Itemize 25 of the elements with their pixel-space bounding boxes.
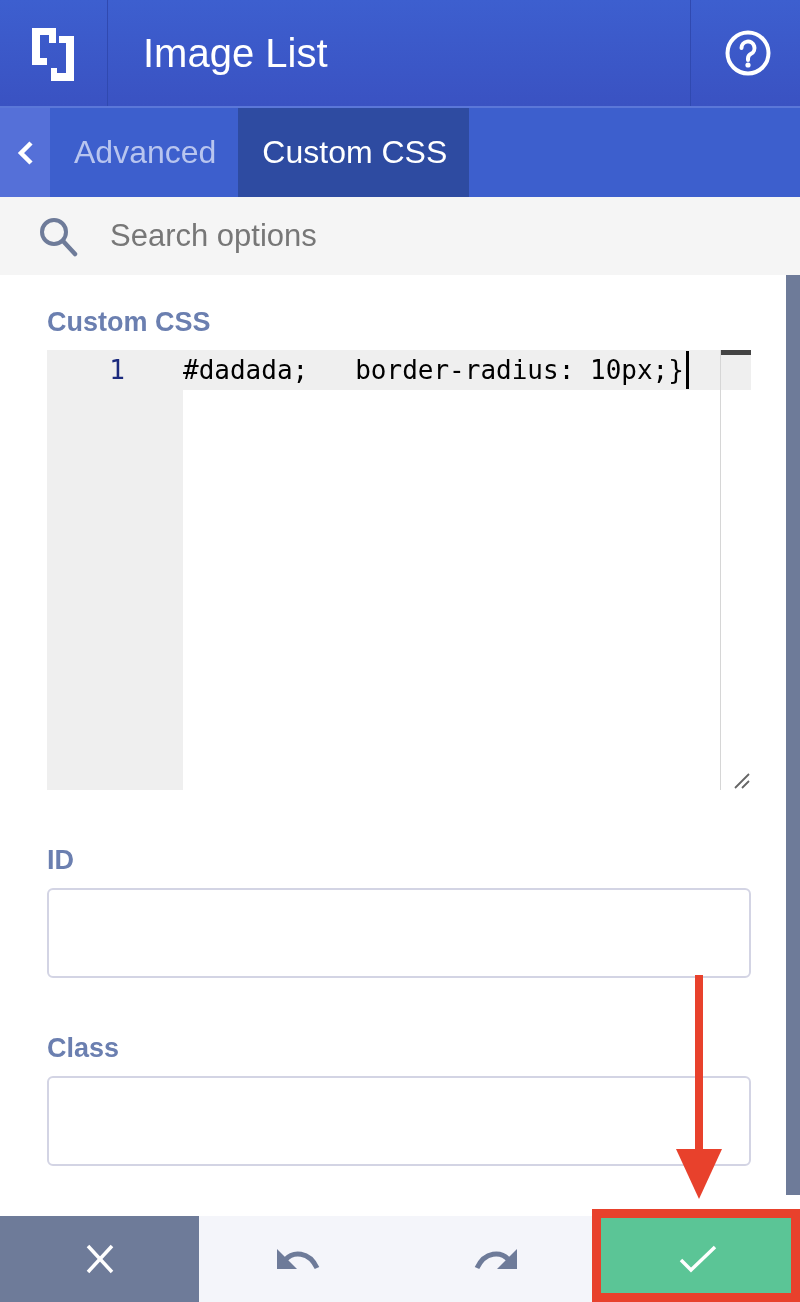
field-label: ID bbox=[47, 845, 75, 875]
help-icon bbox=[724, 30, 771, 76]
close-icon bbox=[85, 1244, 114, 1274]
search-field[interactable]: Search options bbox=[0, 197, 800, 275]
scrollbar-thumb[interactable] bbox=[786, 275, 800, 1195]
logo-icon bbox=[31, 28, 74, 81]
editor-scrollbar[interactable] bbox=[720, 350, 751, 790]
text-cursor bbox=[685, 351, 689, 389]
checkmark-icon bbox=[678, 1245, 717, 1273]
line-number: 1 bbox=[108, 354, 126, 387]
redo-icon bbox=[474, 1248, 518, 1270]
panel-title: Image List bbox=[142, 29, 329, 77]
tab[interactable]: Custom CSS bbox=[238, 108, 470, 197]
resize-grip-icon[interactable] bbox=[734, 773, 750, 789]
field-label: Class bbox=[47, 1033, 121, 1063]
scrollbar-thumb[interactable] bbox=[721, 350, 751, 355]
code-text: #dadada; border-radius: 10px;} bbox=[183, 354, 684, 387]
input-field[interactable] bbox=[47, 888, 751, 978]
chevron-left-icon bbox=[16, 139, 34, 166]
search-icon bbox=[38, 217, 78, 257]
input-field[interactable] bbox=[47, 1076, 751, 1166]
back-button[interactable] bbox=[0, 108, 50, 197]
field-label: Custom CSS bbox=[47, 307, 212, 337]
undo-icon bbox=[276, 1248, 320, 1270]
code-editor[interactable]: 1 #dadada; border-radius: 10px;} bbox=[47, 350, 751, 790]
